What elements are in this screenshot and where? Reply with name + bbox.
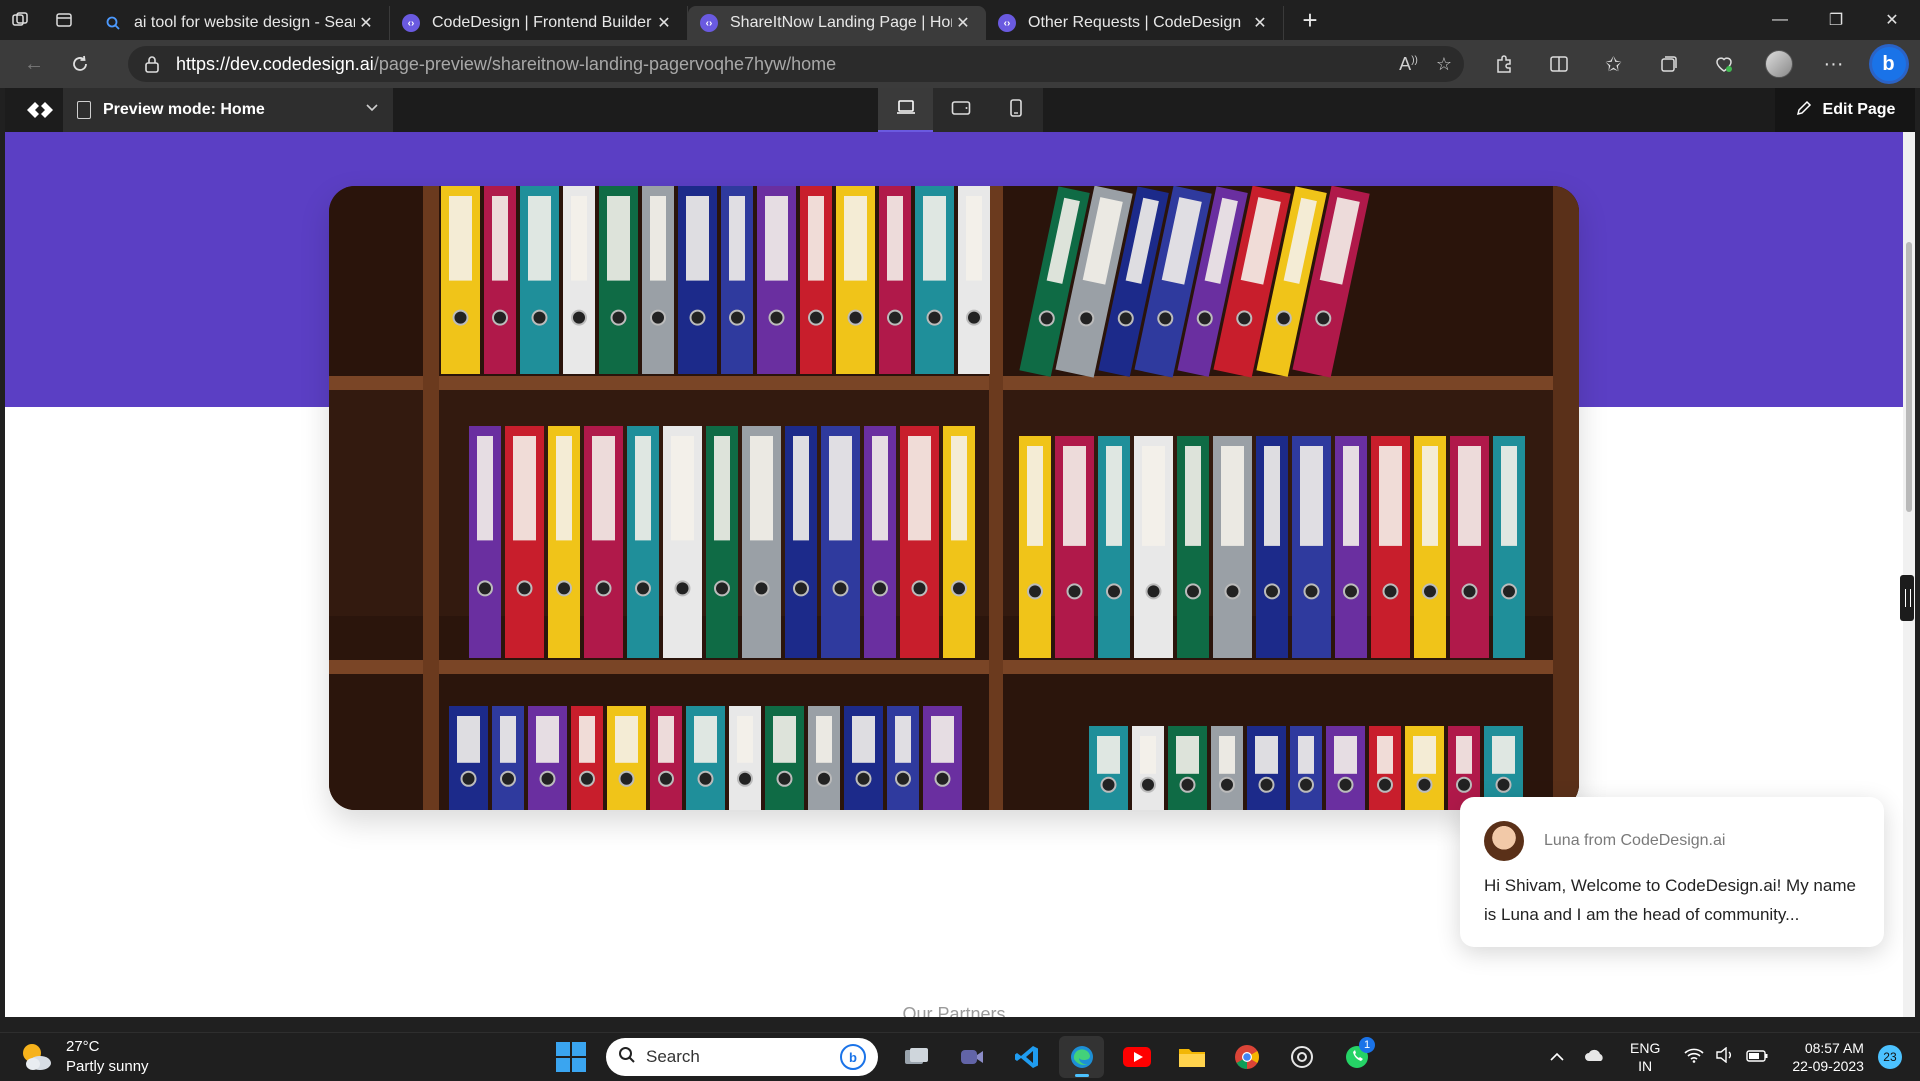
new-tab-button[interactable]: +: [1290, 0, 1330, 40]
partners-heading: Our Partners: [902, 1004, 1006, 1017]
teams-meet-icon[interactable]: [949, 1036, 994, 1078]
tab-title: ai tool for website design - Search: [134, 14, 355, 31]
url-host: https://dev.codedesign.ai: [176, 53, 374, 74]
chevron-up-icon[interactable]: [1550, 1049, 1564, 1066]
edge-icon[interactable]: [1059, 1036, 1104, 1078]
mobile-icon: [1009, 98, 1023, 122]
file-explorer-icon[interactable]: [1169, 1036, 1214, 1078]
youtube-icon[interactable]: [1114, 1036, 1159, 1078]
clock-time: 08:57 AM: [1804, 1040, 1864, 1056]
clock[interactable]: 08:57 AM 22-09-2023: [1792, 1039, 1864, 1075]
extensions-icon[interactable]: [1476, 40, 1531, 88]
edit-page-label: Edit Page: [1822, 101, 1896, 118]
task-view-icon[interactable]: [894, 1036, 939, 1078]
close-icon[interactable]: ✕: [355, 13, 377, 33]
codedesign-icon: ‹›: [700, 14, 718, 32]
taskbar-search[interactable]: Search b: [606, 1038, 878, 1076]
onedrive-cloud-icon[interactable]: [1584, 1048, 1606, 1066]
tab-other-requests[interactable]: ‹› Other Requests | CodeDesign ✕: [986, 6, 1284, 40]
chrome-icon[interactable]: [1224, 1036, 1269, 1078]
language-indicator[interactable]: ENG IN: [1630, 1039, 1660, 1075]
mobile-view-button[interactable]: [988, 88, 1043, 132]
tab-title: Other Requests | CodeDesign: [1028, 14, 1242, 31]
page-icon: [77, 101, 91, 119]
vscode-icon[interactable]: [1004, 1036, 1049, 1078]
desktop-icon: [896, 99, 916, 120]
tab-actions-icon[interactable]: [44, 0, 84, 40]
battery-icon[interactable]: [1746, 1049, 1768, 1066]
close-icon[interactable]: ✕: [952, 13, 974, 33]
weather-temp: 27°C: [66, 1038, 100, 1055]
whatsapp-icon[interactable]: 1: [1334, 1036, 1379, 1078]
notification-badge[interactable]: 23: [1877, 1045, 1902, 1069]
weather-widget[interactable]: 27°C Partly sunny: [18, 1037, 149, 1077]
chatgpt-icon[interactable]: [1279, 1036, 1324, 1078]
address-bar[interactable]: https://dev.codedesign.ai/page-preview/s…: [128, 46, 1464, 82]
search-placeholder: Search: [646, 1047, 700, 1066]
tab-search[interactable]: ai tool for website design - Search ✕: [92, 6, 390, 40]
bing-icon: b: [840, 1044, 866, 1070]
windows-start-icon[interactable]: [552, 1038, 590, 1076]
whatsapp-badge: 1: [1359, 1037, 1375, 1053]
edit-page-button[interactable]: Edit Page: [1775, 88, 1915, 132]
split-screen-icon[interactable]: [1531, 40, 1586, 88]
tablet-icon: [951, 100, 971, 121]
close-icon[interactable]: ✕: [653, 13, 675, 33]
chevron-down-icon: [365, 100, 379, 117]
clock-date: 22-09-2023: [1792, 1058, 1864, 1074]
scrollbar-thumb[interactable]: [1906, 242, 1912, 512]
back-button[interactable]: ←: [12, 42, 56, 86]
browser-essentials-icon[interactable]: [1696, 40, 1751, 88]
window-controls: — ❐ ✕: [1752, 0, 1920, 40]
avatar: [1484, 821, 1524, 861]
codedesign-icon: ‹›: [402, 14, 420, 32]
preview-toolbar: Preview mode: Home Edit Page: [5, 88, 1915, 132]
refresh-button[interactable]: [58, 42, 102, 86]
collections-icon[interactable]: [1641, 40, 1696, 88]
bing-copilot-button[interactable]: b: [1861, 40, 1916, 88]
read-aloud-icon[interactable]: A)): [1399, 54, 1418, 75]
profile-avatar[interactable]: [1751, 40, 1806, 88]
wifi-icon[interactable]: [1684, 1047, 1704, 1067]
preview-mode-select[interactable]: Preview mode: Home: [63, 88, 393, 132]
windows-taskbar: 27°C Partly sunny Search b 1 ENG IN 08:5…: [0, 1032, 1920, 1080]
partly-sunny-icon: [18, 1039, 54, 1075]
favorites-icon[interactable]: ✩: [1586, 40, 1641, 88]
tab-codedesign-builder[interactable]: ‹› CodeDesign | Frontend Builder ✕: [390, 6, 688, 40]
tab-title: CodeDesign | Frontend Builder: [432, 14, 652, 31]
close-icon[interactable]: ✕: [1249, 13, 1271, 33]
desktop-view-button[interactable]: [878, 88, 933, 132]
more-options-icon[interactable]: ···: [1806, 40, 1861, 88]
viewport-resize-handle[interactable]: [1900, 575, 1914, 621]
close-window-button[interactable]: ✕: [1864, 0, 1920, 40]
weather-desc: Partly sunny: [66, 1058, 149, 1075]
codedesign-icon: ‹›: [998, 14, 1016, 32]
codedesign-logo[interactable]: [17, 88, 63, 132]
system-tray: ENG IN 08:57 AM 22-09-2023 23: [1540, 1033, 1902, 1081]
workspaces-icon[interactable]: [0, 0, 40, 40]
url-path: /page-preview/shareitnow-landing-pagervo…: [373, 53, 837, 74]
search-icon: [104, 14, 122, 32]
lock-icon[interactable]: [144, 55, 162, 73]
volume-icon[interactable]: [1716, 1046, 1734, 1067]
preview-mode-label: Preview mode: Home: [103, 101, 265, 118]
favorite-star-icon[interactable]: ☆: [1436, 54, 1452, 75]
tab-shareitnow-home[interactable]: ‹› ShareItNow Landing Page | Home ✕: [688, 6, 986, 40]
chat-popup[interactable]: Luna from CodeDesign.ai Hi Shivam, Welco…: [1460, 797, 1884, 947]
lang-line1: ENG: [1630, 1040, 1661, 1056]
hero-image: [329, 186, 1579, 810]
minimize-button[interactable]: —: [1752, 0, 1808, 40]
restore-button[interactable]: ❐: [1808, 0, 1864, 40]
pencil-icon: [1795, 99, 1813, 122]
browser-toolbar: ← https://dev.codedesign.ai/page-preview…: [0, 40, 1920, 88]
tablet-view-button[interactable]: [933, 88, 988, 132]
chat-sender: Luna from CodeDesign.ai: [1544, 832, 1726, 849]
search-icon: [618, 1046, 636, 1069]
device-switcher: [878, 88, 1043, 132]
browser-tab-strip: ai tool for website design - Search ✕ ‹›…: [0, 0, 1920, 40]
lang-line2: IN: [1638, 1058, 1653, 1074]
tab-title: ShareItNow Landing Page | Home: [730, 14, 952, 31]
chat-message: Hi Shivam, Welcome to CodeDesign.ai! My …: [1484, 876, 1856, 924]
